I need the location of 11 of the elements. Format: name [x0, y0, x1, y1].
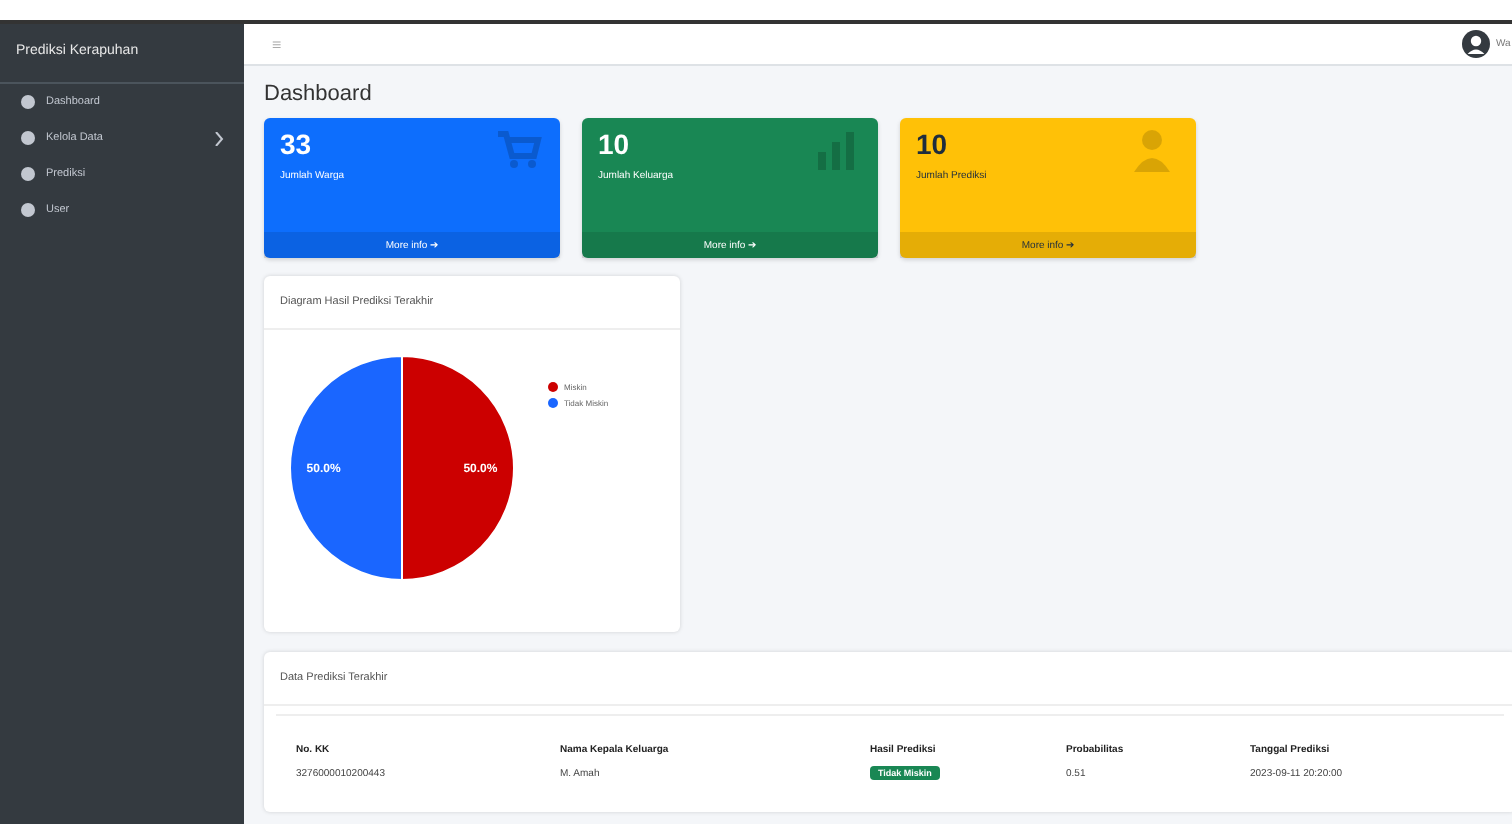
legend-dot-icon	[548, 382, 558, 392]
legend-dot-icon	[548, 398, 558, 408]
nav-icon	[20, 130, 36, 146]
stat-value: 10	[916, 128, 950, 160]
stat-value: 10	[598, 128, 632, 160]
stat-value: 33	[280, 128, 314, 160]
page-title: Dashboard	[264, 82, 372, 106]
nav-icon	[20, 166, 36, 182]
nav-icon	[20, 94, 36, 110]
nav-icon	[20, 202, 36, 218]
user-avatar-icon	[1462, 30, 1490, 58]
